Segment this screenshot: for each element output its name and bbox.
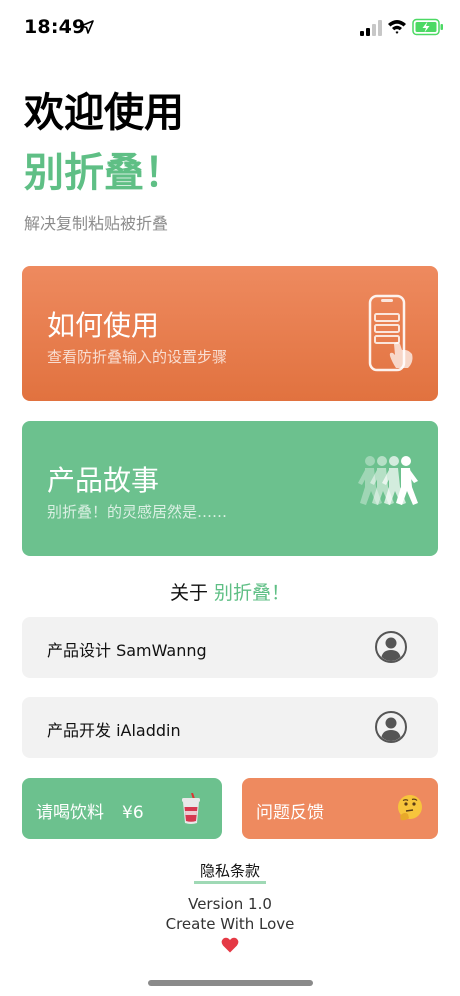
red-heart-icon (221, 937, 239, 953)
app-name-title: 别折叠！ (24, 150, 184, 196)
walking-people-icon (358, 456, 418, 505)
drink-label: 请喝饮料 (36, 803, 104, 823)
status-time: 18:49 (24, 16, 86, 38)
phone-tap-icon (368, 294, 413, 372)
battery-charging-icon (412, 18, 443, 36)
subtitle: 解决复制粘贴被折叠 (24, 214, 169, 233)
drink-price: ¥6 (122, 803, 144, 823)
product-story-title: 产品故事 (47, 464, 160, 497)
person-icon (375, 631, 407, 663)
how-to-use-card[interactable]: 如何使用 查看防折叠输入的设置步骤 (22, 266, 438, 401)
buy-drink-label: 请喝饮料 ¥6 (36, 798, 144, 823)
designer-label: 产品设计 SamWanng (47, 641, 207, 660)
about-app-name: 别折叠！ (214, 582, 291, 604)
developer-row[interactable]: 产品开发 iAladdin (22, 697, 438, 758)
developer-label: 产品开发 iAladdin (47, 721, 181, 740)
feedback-label: 问题反馈 (256, 803, 324, 823)
status-bar: 18:49 (0, 0, 460, 56)
about-prefix: 关于 (169, 582, 208, 604)
location-arrow-icon (80, 20, 94, 34)
welcome-title: 欢迎使用 (24, 90, 184, 136)
thinking-face-icon (398, 795, 422, 821)
buy-drink-button[interactable]: 请喝饮料 ¥6 (22, 778, 222, 839)
about-heading: 关于 别折叠！ (0, 578, 460, 605)
designer-row[interactable]: 产品设计 SamWanng (22, 617, 438, 678)
product-story-desc: 别折叠！的灵感居然是…… (47, 503, 228, 521)
how-to-use-title: 如何使用 (47, 309, 160, 342)
privacy-label: 隐私条款 (193, 862, 266, 884)
person-icon (375, 711, 407, 743)
product-story-card[interactable]: 产品故事 别折叠！的灵感居然是…… (22, 421, 438, 556)
signal-icon (360, 20, 382, 36)
version-text: Version 1.0 (188, 895, 272, 913)
tagline-text: Create With Love (165, 915, 295, 933)
home-indicator[interactable] (148, 980, 313, 986)
drink-cup-icon (182, 793, 200, 824)
how-to-use-desc: 查看防折叠输入的设置步骤 (47, 348, 228, 366)
privacy-link[interactable]: 隐私条款 (0, 860, 460, 884)
wifi-icon (388, 20, 406, 34)
feedback-button[interactable]: 问题反馈 (242, 778, 438, 839)
